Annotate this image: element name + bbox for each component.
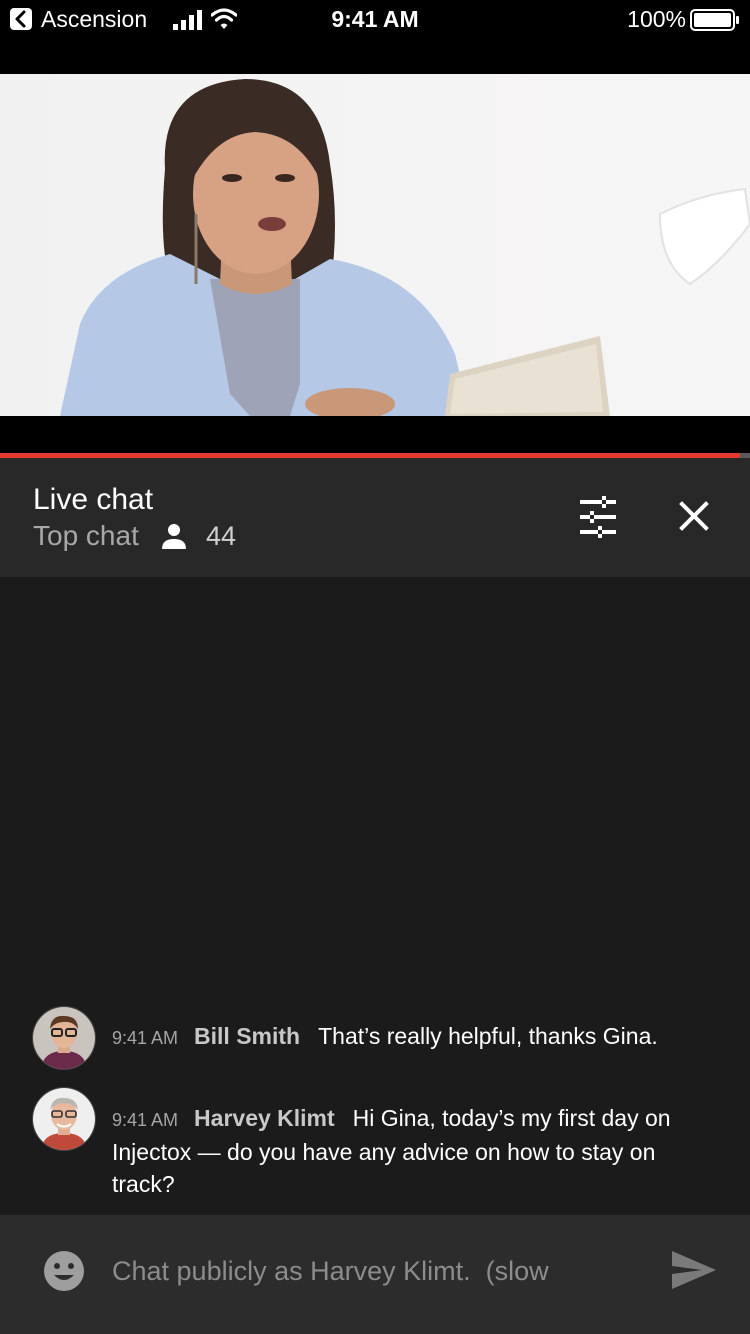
chat-header: Live chat Top chat 44 bbox=[0, 458, 750, 577]
tune-icon[interactable] bbox=[576, 496, 620, 538]
battery-icon bbox=[690, 9, 739, 31]
video-player[interactable] bbox=[0, 74, 750, 416]
video-letterbox bbox=[0, 416, 750, 453]
close-icon[interactable] bbox=[672, 494, 716, 538]
avatar[interactable] bbox=[32, 1087, 96, 1151]
message-author[interactable]: Bill Smith bbox=[194, 1023, 300, 1049]
viewer-count: 44 bbox=[206, 521, 237, 551]
chat-input[interactable] bbox=[112, 1251, 652, 1291]
chat-message-list[interactable]: 9:41 AM Bill Smith That’s really helpful, … bbox=[0, 577, 750, 1215]
chat-message-text: 9:41 AM Bill Smith That’s really helpful, … bbox=[112, 1020, 710, 1054]
status-bar: Ascension 9:41 AM 100% bbox=[0, 0, 750, 40]
person-icon bbox=[162, 524, 186, 549]
video-frame bbox=[0, 74, 750, 416]
avatar[interactable] bbox=[32, 1006, 96, 1070]
message-body: That’s really helpful, thanks Gina. bbox=[318, 1023, 658, 1049]
send-icon[interactable] bbox=[670, 1249, 718, 1291]
chat-message-text: 9:41 AM Harvey Klimt Hi Gina, today’s my f… bbox=[112, 1102, 710, 1200]
message-time: 9:41 AM bbox=[112, 1110, 179, 1130]
battery-percent: 100% bbox=[627, 6, 686, 32]
message-author[interactable]: Harvey Klimt bbox=[194, 1105, 335, 1131]
message-time: 9:41 AM bbox=[112, 1028, 179, 1048]
chat-input-bar bbox=[0, 1215, 750, 1334]
emoji-icon[interactable] bbox=[42, 1249, 86, 1293]
chat-mode-selector[interactable]: Top chat bbox=[33, 520, 139, 552]
chat-title: Live chat bbox=[33, 483, 154, 516]
